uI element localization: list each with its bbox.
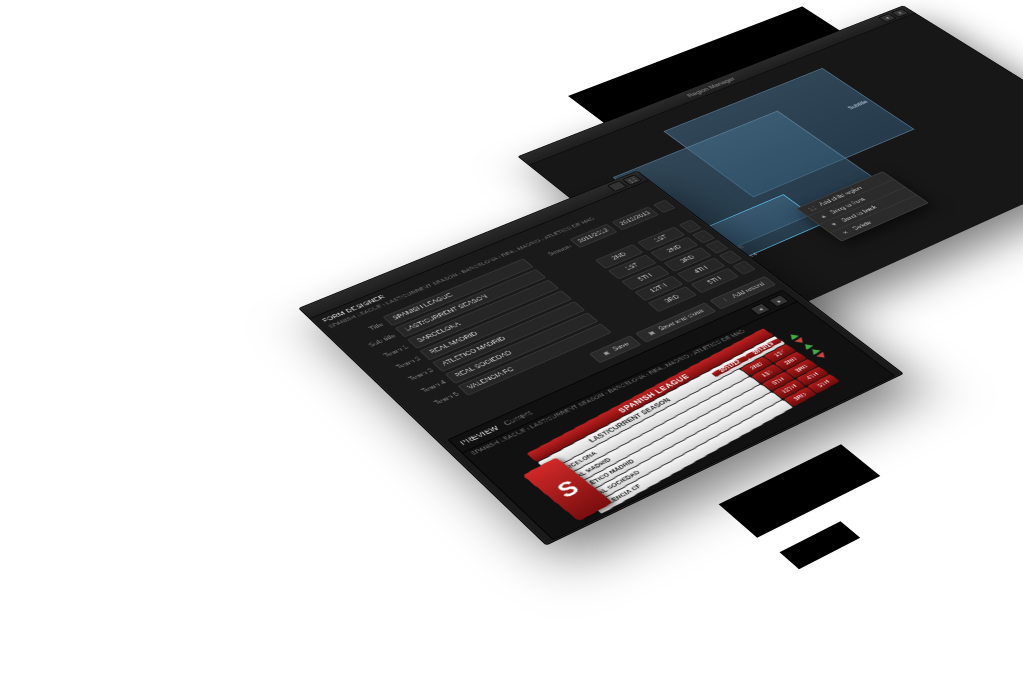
gfx-pos-b: 3RD: [785, 359, 818, 378]
region-label: Subtitle: [846, 99, 869, 110]
add-icon: ▢: [806, 205, 819, 212]
up-icon: ▲: [817, 213, 830, 220]
gfx-team: ATLÉTICO MADRID: [570, 384, 771, 496]
prev-fwd-button[interactable]: ▸: [768, 295, 789, 308]
arrow-up-icon: [801, 342, 813, 349]
arrow-down-icon: [794, 337, 806, 344]
gfx-pos-b: 1ST: [764, 344, 796, 363]
gfx-pos-a: 2ND: [740, 356, 773, 375]
gfx-pos-b: 5TH: [807, 374, 840, 394]
arrow-down-icon: [816, 352, 829, 360]
down-icon: ▼: [828, 221, 841, 228]
league-logo: S: [522, 457, 613, 521]
gfx-pos-a: 3RD: [784, 387, 817, 407]
trend-arrows: [783, 330, 833, 363]
gfx-pos-a: 1ST: [751, 364, 784, 383]
gfx-pos-b: 2ND: [774, 351, 807, 370]
gfx-pos-a: 12TH: [773, 379, 806, 399]
arrow-up-icon: [787, 332, 799, 339]
arrow-up-icon: [809, 347, 821, 354]
gfx-pos-a: 5TH: [762, 372, 795, 392]
delete-icon: ✕: [839, 229, 852, 236]
gfx-pos-b: 4TH: [796, 366, 829, 386]
prev-back-button[interactable]: ◂: [749, 303, 771, 316]
